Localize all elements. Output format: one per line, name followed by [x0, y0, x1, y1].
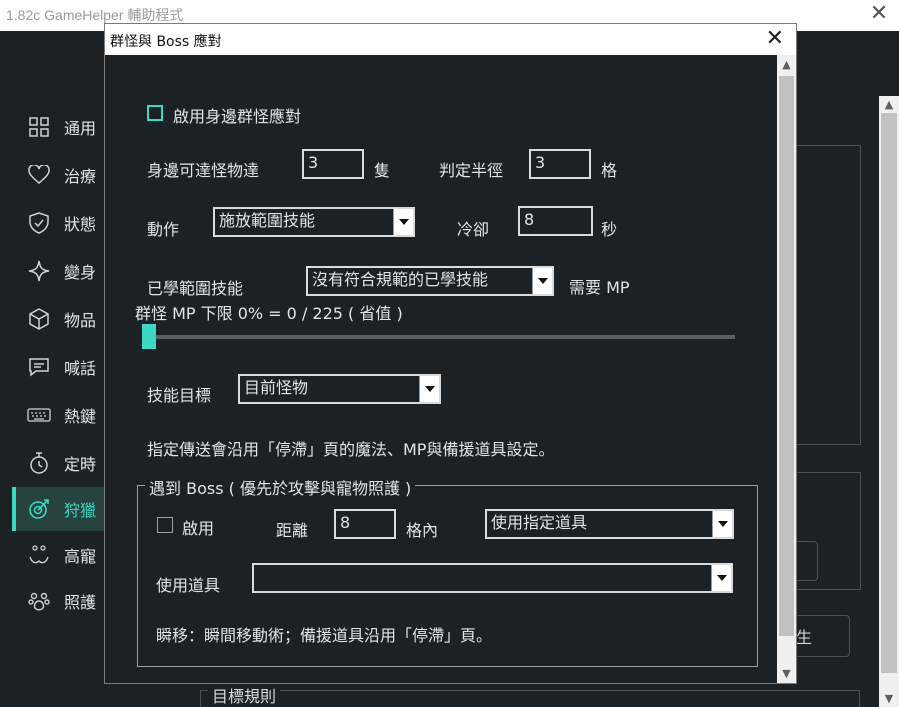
background-panel [796, 145, 861, 445]
nearby-count-label: 身邊可達怪物達 [147, 161, 260, 180]
sidebar-item-pet[interactable]: 高寵 [12, 533, 104, 577]
sparkle-icon [26, 258, 52, 284]
skill-target-select-value: 目前怪物 [244, 378, 309, 397]
cooldown-input[interactable]: 8 [518, 206, 593, 236]
chevron-down-icon[interactable] [712, 511, 732, 537]
sidebar-item-heal[interactable]: 治療 [12, 153, 104, 197]
radius-label: 判定半徑 [439, 161, 504, 180]
action-select-value: 施放範圍技能 [219, 211, 316, 230]
heart-icon [26, 162, 52, 188]
boss-teleport-note: 瞬移：瞬間移動術；備援道具沿用「停滯」頁。 [156, 626, 493, 645]
cube-icon [26, 306, 52, 332]
boss-use-item-select[interactable] [252, 563, 733, 593]
background-button[interactable]: 生 [796, 615, 850, 657]
scroll-thumb[interactable] [779, 76, 794, 636]
radius-unit-label: 格 [601, 161, 618, 180]
scroll-thumb[interactable] [881, 113, 897, 673]
timer-icon [26, 450, 52, 476]
app-title: 1.82c GameHelper 輔助程式 [6, 7, 184, 23]
learned-skill-select[interactable]: 沒有符合規範的已學技能 [306, 266, 554, 296]
nearby-unit-label: 隻 [374, 161, 391, 180]
sidebar-item-label: 高寵 [64, 547, 97, 566]
grid-icon [26, 114, 52, 140]
action-label: 動作 [147, 220, 180, 239]
sidebar-item-label: 狩獵 [64, 501, 97, 520]
learned-skill-label: 已學範圍技能 [147, 279, 244, 298]
skill-target-label: 技能目標 [147, 386, 212, 405]
sidebar-item-label: 狀態 [64, 215, 97, 234]
scroll-down-icon[interactable]: ▼ [879, 690, 899, 707]
target-rules-label: 目標規則 [208, 683, 281, 707]
main-close-button[interactable]: ✕ [867, 3, 891, 27]
sidebar-item-label: 通用 [64, 119, 97, 138]
boss-mode-select-value: 使用指定道具 [491, 513, 588, 532]
teleport-note: 指定傳送會沿用「停滯」頁的魔法、MP與備援道具設定。 [147, 440, 555, 459]
boss-mode-select[interactable]: 使用指定道具 [485, 509, 734, 539]
chevron-down-icon[interactable] [393, 209, 413, 235]
sidebar-item-transform[interactable]: 變身 [12, 249, 104, 293]
sidebar-item-label: 照護 [64, 593, 97, 612]
sidebar-item-label: 熱鍵 [64, 407, 97, 426]
mp-limit-label: 群怪 MP 下限 0% = 0 / 225 ( 省值 ) [135, 304, 403, 323]
sidebar-item-label: 治療 [64, 167, 97, 186]
shield-icon [26, 210, 52, 236]
mp-required-label: 需要 MP [569, 278, 630, 297]
main-scrollbar[interactable]: ▲ ▼ [879, 96, 899, 707]
dialog-titlebar: 群怪與 Boss 應對 ✕ [105, 24, 796, 55]
target-rules-group [200, 690, 860, 707]
nearby-count-input[interactable]: 3 [302, 149, 364, 179]
sidebar-item-label: 物品 [64, 311, 97, 330]
radius-input[interactable]: 3 [529, 149, 591, 179]
dialog-title: 群怪與 Boss 應對 [110, 34, 222, 50]
background-button[interactable] [796, 541, 818, 581]
skill-target-select[interactable]: 目前怪物 [238, 374, 441, 404]
chat-icon [26, 354, 52, 380]
sidebar-item-care[interactable]: 照護 [12, 579, 104, 623]
sidebar-item-status[interactable]: 狀態 [12, 201, 104, 245]
sidebar-item-label: 變身 [64, 263, 97, 282]
boss-group-legend: 遇到 Boss ( 優先於攻擊與寵物照護 ) [145, 475, 416, 499]
learned-skill-select-value: 沒有符合規範的已學技能 [312, 270, 489, 289]
mob-boss-dialog: 群怪與 Boss 應對 ✕ 啟用身邊群怪應對 身邊可達怪物達 3 隻 判定半徑 … [104, 23, 797, 684]
boss-distance-label: 距離 [276, 521, 309, 540]
target-icon [26, 496, 52, 522]
sidebar-item-hotkey[interactable]: 熱鍵 [12, 393, 104, 437]
boss-enable-checkbox[interactable] [157, 517, 173, 533]
enable-mob-checkbox[interactable] [147, 105, 163, 121]
scroll-up-icon[interactable]: ▲ [879, 96, 899, 113]
paw-icon [26, 588, 52, 614]
sidebar-item-items[interactable]: 物品 [12, 297, 104, 341]
sidebar-item-general[interactable]: 通用 [12, 105, 104, 149]
sidebar-item-timer[interactable]: 定時 [12, 441, 104, 485]
boss-distance-unit: 格內 [406, 521, 439, 540]
mp-limit-slider[interactable] [145, 335, 735, 339]
scroll-up-icon[interactable]: ▲ [777, 55, 796, 74]
chevron-down-icon[interactable] [419, 376, 439, 402]
cooldown-label: 冷卻 [457, 220, 490, 239]
sidebar-item-label: 喊話 [64, 359, 97, 378]
dialog-close-button[interactable]: ✕ [766, 27, 784, 51]
keyboard-icon [26, 402, 52, 428]
action-select[interactable]: 施放範圍技能 [213, 207, 415, 237]
sidebar-item-shout[interactable]: 喊話 [12, 345, 104, 389]
pet-face-icon [26, 542, 52, 568]
mp-limit-slider-thumb[interactable] [142, 324, 156, 349]
boss-distance-input[interactable]: 8 [334, 509, 396, 539]
sidebar-item-label: 定時 [64, 455, 97, 474]
chevron-down-icon[interactable] [532, 268, 552, 294]
scroll-down-icon[interactable]: ▼ [777, 664, 796, 683]
cooldown-unit-label: 秒 [601, 220, 618, 239]
dialog-scrollbar[interactable]: ▲ ▼ [777, 55, 796, 683]
boss-enable-label: 啟用 [182, 519, 215, 538]
sidebar-item-hunt[interactable]: 狩獵 [12, 487, 104, 531]
boss-use-item-label: 使用道具 [156, 576, 221, 595]
background-button-label: 生 [796, 628, 813, 647]
enable-mob-label: 啟用身邊群怪應對 [173, 107, 302, 126]
chevron-down-icon[interactable] [711, 565, 731, 591]
